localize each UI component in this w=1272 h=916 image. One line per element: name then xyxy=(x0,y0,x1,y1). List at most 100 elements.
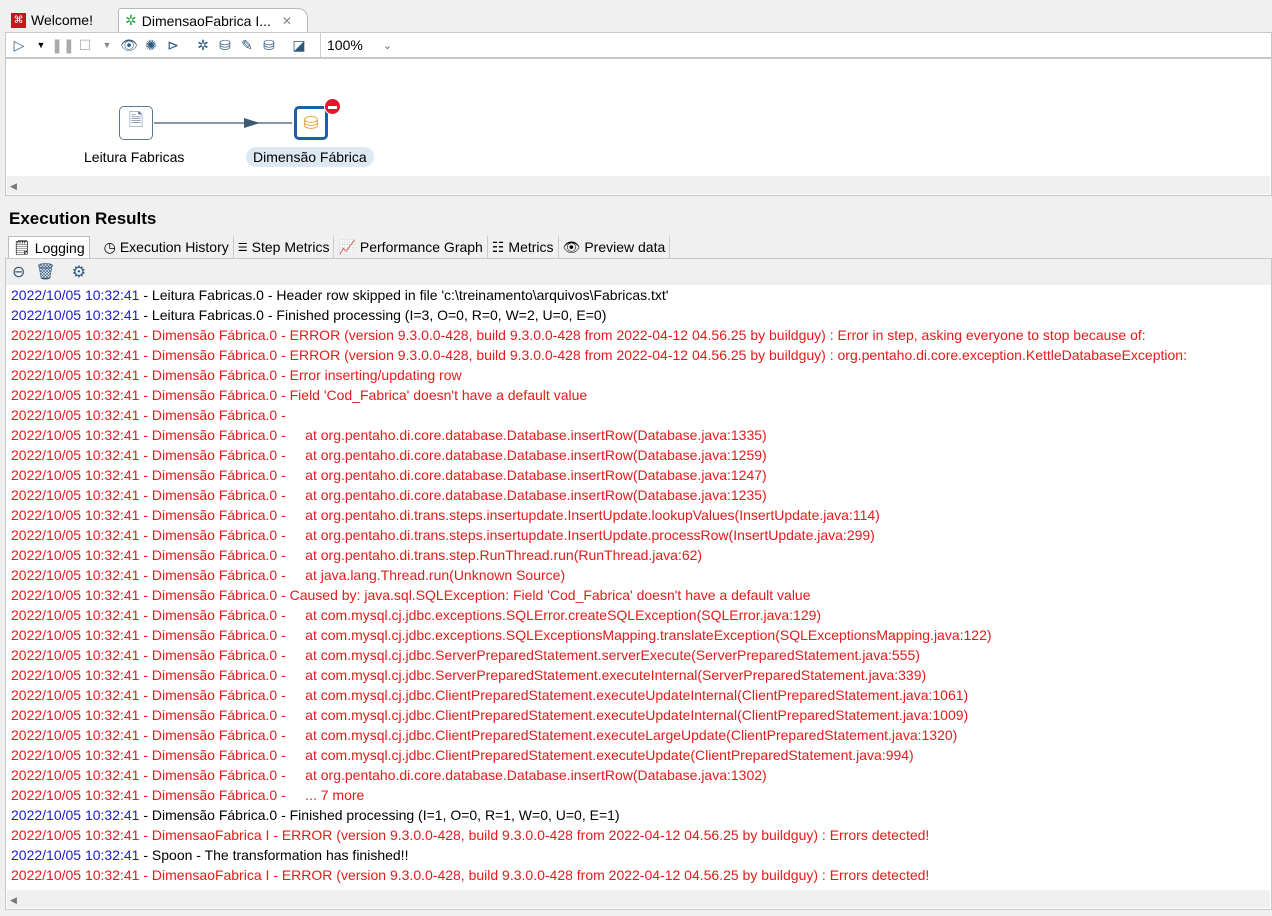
log-line: 2022/10/05 10:32:41 - Dimensão Fábrica.0… xyxy=(11,385,1187,405)
log-message: - DimensaoFabrica I - ERROR (version 9.3… xyxy=(139,827,930,843)
tab-metrics[interactable]: ☷ Metrics xyxy=(487,236,559,258)
tab-logging[interactable]: 🗒 Logging xyxy=(8,236,90,258)
step-dimensao-fabrica[interactable]: ⛁ xyxy=(294,106,328,140)
log-line: 2022/10/05 10:32:41 - DimensaoFabrica I … xyxy=(11,865,1187,885)
log-line: 2022/10/05 10:32:41 - Dimensão Fábrica.0… xyxy=(11,405,1187,425)
log-message: - Dimensão Fábrica.0 - at org.pentaho.di… xyxy=(139,767,767,783)
preview-icon[interactable]: 👁 xyxy=(120,36,138,54)
log-message: - Dimensão Fábrica.0 - ... 7 more xyxy=(139,787,365,803)
replay-icon[interactable]: ⊳ xyxy=(164,36,182,54)
horizontal-scrollbar[interactable]: ◀ xyxy=(7,890,1270,908)
impact-icon[interactable]: ⛁ xyxy=(216,36,234,54)
line-chart-icon: 📈 xyxy=(338,238,356,255)
clear-log-icon[interactable]: ⊖ xyxy=(12,262,25,282)
tab-step-metrics[interactable]: ☰ Step Metrics xyxy=(233,236,335,258)
step-label: Leitura Fabricas xyxy=(84,149,185,165)
log-timestamp: 2022/10/05 10:32:41 xyxy=(11,567,140,583)
log-timestamp: 2022/10/05 10:32:41 xyxy=(11,427,140,443)
log-line: 2022/10/05 10:32:41 - Dimensão Fábrica.0… xyxy=(11,545,1187,565)
log-timestamp: 2022/10/05 10:32:41 xyxy=(11,847,140,863)
log-text[interactable]: 2022/10/05 10:32:41 - Leitura Fabricas.0… xyxy=(11,285,1187,885)
log-message: - Leitura Fabricas.0 - Header row skippe… xyxy=(139,287,669,303)
execution-results-title: Execution Results xyxy=(9,209,157,228)
log-message: - Dimensão Fábrica.0 - at java.lang.Thre… xyxy=(139,567,566,583)
log-line: 2022/10/05 10:32:41 - Leitura Fabricas.0… xyxy=(11,305,1187,325)
chevron-down-icon[interactable]: ▼ xyxy=(98,36,116,54)
tab-preview-data[interactable]: 👁 Preview data xyxy=(558,236,671,258)
log-line: 2022/10/05 10:32:41 - Dimensão Fábrica.0… xyxy=(11,765,1187,785)
zoom-select[interactable]: 100% ⌄ xyxy=(320,33,398,57)
log-message: - Leitura Fabricas.0 - Finished processi… xyxy=(139,307,607,323)
log-message: - Dimensão Fábrica.0 - at com.mysql.cj.j… xyxy=(139,707,969,723)
log-timestamp: 2022/10/05 10:32:41 xyxy=(11,547,140,563)
log-message: - Dimensão Fábrica.0 - at com.mysql.cj.j… xyxy=(139,667,927,683)
scroll-left-icon[interactable]: ◀ xyxy=(7,181,17,191)
scroll-left-icon[interactable]: ◀ xyxy=(7,895,17,905)
log-line: 2022/10/05 10:32:41 - Dimensão Fábrica.0… xyxy=(11,785,1187,805)
trash-icon[interactable]: 🗑 xyxy=(35,262,55,282)
verify-icon[interactable]: ✲ xyxy=(194,36,212,54)
log-message: - Dimensão Fábrica.0 - at com.mysql.cj.j… xyxy=(139,747,914,763)
log-timestamp: 2022/10/05 10:32:41 xyxy=(11,287,140,303)
log-timestamp: 2022/10/05 10:32:41 xyxy=(11,587,140,603)
log-message: - Spoon - The transformation has finishe… xyxy=(139,847,409,863)
log-message: - Dimensão Fábrica.0 - Finished processi… xyxy=(139,807,620,823)
stop-icon[interactable]: ☐ xyxy=(76,36,94,54)
log-message: - DimensaoFabrica I - ERROR (version 9.3… xyxy=(139,867,930,883)
sql-icon[interactable]: ✎ xyxy=(238,36,256,54)
tab-performance-graph[interactable]: 📈 Performance Graph xyxy=(334,236,488,258)
eye-icon: 👁 xyxy=(562,238,581,255)
transformation-icon: ✲ xyxy=(125,12,137,28)
show-results-icon[interactable]: ◪ xyxy=(290,36,308,54)
log-timestamp: 2022/10/05 10:32:41 xyxy=(11,327,140,343)
tab-welcome[interactable]: ⌘ Welcome! xyxy=(5,8,99,32)
log-line: 2022/10/05 10:32:41 - Dimensão Fábrica.0… xyxy=(11,565,1187,585)
chevron-down-icon[interactable]: ▼ xyxy=(32,36,50,54)
log-timestamp: 2022/10/05 10:32:41 xyxy=(11,447,140,463)
log-line: 2022/10/05 10:32:41 - Dimensão Fábrica.0… xyxy=(11,505,1187,525)
log-timestamp: 2022/10/05 10:32:41 xyxy=(11,527,140,543)
hop-arrow[interactable] xyxy=(154,117,294,129)
log-timestamp: 2022/10/05 10:32:41 xyxy=(11,827,140,843)
log-message: - Dimensão Fábrica.0 - Field 'Cod_Fabric… xyxy=(139,387,588,403)
step-leitura-fabricas[interactable]: 🗎 xyxy=(119,106,153,140)
tab-execution-history[interactable]: ◷ Execution History xyxy=(89,236,234,258)
log-timestamp: 2022/10/05 10:32:41 xyxy=(11,487,140,503)
log-line: 2022/10/05 10:32:41 - Dimensão Fábrica.0… xyxy=(11,705,1187,725)
log-timestamp: 2022/10/05 10:32:41 xyxy=(11,467,140,483)
step-label: Dimensão Fábrica xyxy=(246,147,374,167)
log-message: - Dimensão Fábrica.0 - ERROR (version 9.… xyxy=(139,347,1187,363)
debug-icon[interactable]: ✺ xyxy=(142,36,160,54)
log-timestamp: 2022/10/05 10:32:41 xyxy=(11,607,140,623)
explore-db-icon[interactable]: ⛁ xyxy=(260,36,278,54)
log-timestamp: 2022/10/05 10:32:41 xyxy=(11,347,140,363)
log-timestamp: 2022/10/05 10:32:41 xyxy=(11,407,140,423)
gear-icon[interactable]: ⚙ xyxy=(72,262,86,282)
log-line: 2022/10/05 10:32:41 - Dimensão Fábrica.0… xyxy=(11,685,1187,705)
error-badge-icon xyxy=(324,98,341,115)
log-message: - Dimensão Fábrica.0 - ERROR (version 9.… xyxy=(139,327,1146,343)
log-message: - Dimensão Fábrica.0 - at org.pentaho.di… xyxy=(139,547,703,563)
log-timestamp: 2022/10/05 10:32:41 xyxy=(11,727,140,743)
log-timestamp: 2022/10/05 10:32:41 xyxy=(11,647,140,663)
log-timestamp: 2022/10/05 10:32:41 xyxy=(11,867,140,883)
log-message: - Dimensão Fábrica.0 - Caused by: java.s… xyxy=(139,587,811,603)
log-message: - Dimensão Fábrica.0 - Error inserting/u… xyxy=(139,367,462,383)
close-icon[interactable]: ✕ xyxy=(282,14,292,28)
log-message: - Dimensão Fábrica.0 - at org.pentaho.di… xyxy=(139,467,767,483)
log-timestamp: 2022/10/05 10:32:41 xyxy=(11,627,140,643)
log-line: 2022/10/05 10:32:41 - Dimensão Fábrica.0… xyxy=(11,725,1187,745)
log-timestamp: 2022/10/05 10:32:41 xyxy=(11,767,140,783)
log-timestamp: 2022/10/05 10:32:41 xyxy=(11,687,140,703)
log-message: - Dimensão Fábrica.0 - at com.mysql.cj.j… xyxy=(139,687,969,703)
run-icon[interactable]: ▷ xyxy=(10,36,28,54)
log-timestamp: 2022/10/05 10:32:41 xyxy=(11,787,140,803)
pause-icon[interactable]: ❚❚ xyxy=(51,36,74,54)
horizontal-scrollbar[interactable]: ◀ xyxy=(7,176,1270,194)
transformation-canvas[interactable]: 🗎 Leitura Fabricas ⛁ Dimensão Fábrica ◀ xyxy=(5,58,1272,196)
tab-dimensaofabrica[interactable]: ✲ DimensaoFabrica I... ✕ xyxy=(118,8,308,32)
results-tabs: 🗒 Logging ◷ Execution History ☰ Step Metric… xyxy=(8,236,671,258)
clock-icon: ◷ xyxy=(103,238,116,255)
log-message: - Dimensão Fábrica.0 - at org.pentaho.di… xyxy=(139,527,875,543)
log-line: 2022/10/05 10:32:41 - Dimensão Fábrica.0… xyxy=(11,525,1187,545)
